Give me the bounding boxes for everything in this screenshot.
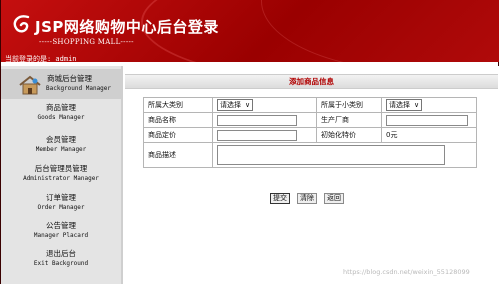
sidebar: 商城后台管理 Background Manager 商品管理 Goods Man…: [1, 66, 123, 284]
sidebar-item-placard-manager[interactable]: 公告管理 Manager Placard: [1, 221, 121, 240]
maker-label: 生产厂商: [316, 112, 382, 128]
maker-input[interactable]: [386, 114, 468, 126]
goods-name-input[interactable]: [217, 114, 297, 126]
clear-button[interactable]: 清除: [297, 193, 317, 204]
sidebar-item-administrator-manager[interactable]: 后台管理员管理 Administrator Manager: [1, 164, 121, 183]
sidebar-item-sublabel: Exit Background: [33, 260, 89, 267]
sidebar-item-sublabel: Member Manager: [35, 146, 87, 153]
small-category-cell: 请选择 ∨: [381, 97, 477, 113]
big-category-select-value: 请选择: [220, 101, 241, 109]
logo-swirl-icon: [13, 15, 30, 33]
big-category-label: 所属大类别: [143, 97, 213, 113]
chevron-down-icon: ∨: [245, 101, 251, 109]
sidebar-item-member-manager[interactable]: 会员管理 Member Manager: [1, 135, 121, 154]
sidebar-item-exit-background[interactable]: 退出后台 Exit Background: [1, 249, 121, 268]
goods-name-label: 商品名称: [143, 112, 213, 128]
form-row: 商品名称 生产厂商: [143, 112, 477, 128]
form-row: 商品定价 初始化特价 0元: [143, 127, 477, 143]
sidebar-item-label: 退出后台: [46, 249, 76, 258]
sidebar-item-label: 订单管理: [46, 193, 76, 202]
sidebar-item-background-manager[interactable]: 商城后台管理 Background Manager: [1, 69, 121, 99]
sidebar-item-goods-manager[interactable]: 商品管理 Goods Manager: [1, 103, 121, 122]
add-goods-form: 所属大类别 请选择 ∨ 所属于小类别 请选择 ∨ 商品名称 生产厂商 商品定价 …: [143, 97, 477, 168]
sidebar-item-order-manager[interactable]: 订单管理 Order Manager: [1, 193, 121, 212]
price-input[interactable]: [217, 129, 297, 141]
big-category-cell: 请选择 ∨: [212, 97, 317, 113]
sidebar-item-label: 会员管理: [46, 135, 76, 144]
submit-button[interactable]: 提交: [270, 193, 290, 204]
watermark: https://blog.csdn.net/weixin_55128099: [343, 268, 470, 276]
small-category-label: 所属于小类别: [316, 97, 382, 113]
logo-title: JSP网络购物中心后台登录: [35, 18, 219, 36]
back-button[interactable]: 返回: [324, 193, 344, 204]
goods-name-cell: [212, 112, 317, 128]
small-category-select[interactable]: 请选择 ∨: [386, 99, 423, 111]
description-cell: [212, 142, 477, 168]
chevron-down-icon: ∨: [414, 101, 420, 109]
form-row: 商品描述: [143, 142, 477, 168]
maker-cell: [381, 112, 477, 128]
current-user-label: 当前登录的是: admin: [5, 55, 77, 63]
sidebar-item-label: 后台管理员管理: [34, 164, 88, 173]
small-category-select-value: 请选择: [389, 101, 410, 109]
big-category-select[interactable]: 请选择 ∨: [217, 99, 254, 111]
special-price-value: 0元: [381, 127, 477, 143]
special-price-label: 初始化特价: [316, 127, 382, 143]
main-content: 添加商品信息 所属大类别 请选择 ∨ 所属于小类别 请选择 ∨ 商品名称 生产厂…: [123, 66, 499, 284]
sidebar-item-sublabel: Administrator Manager: [23, 175, 99, 182]
sidebar-item-sublabel: Manager Placard: [33, 232, 89, 239]
description-textarea[interactable]: [217, 145, 445, 165]
form-row: 所属大类别 请选择 ∨ 所属于小类别 请选择 ∨: [143, 97, 477, 113]
page-frame: JSP网络购物中心后台登录 -----SHOPPING MALL----- 当前…: [0, 0, 499, 284]
description-label: 商品描述: [143, 142, 213, 168]
sidebar-item-sublabel: Order Manager: [37, 204, 85, 211]
price-label: 商品定价: [143, 127, 213, 143]
logo-subtitle: -----SHOPPING MALL-----: [39, 38, 134, 46]
home-icon: [19, 75, 41, 95]
sidebar-item-sublabel: Goods Manager: [37, 114, 85, 121]
panel-title: 添加商品信息: [125, 74, 498, 89]
sidebar-item-label: 商品管理: [46, 103, 76, 112]
form-buttons: 提交 清除 返回: [270, 185, 351, 204]
price-cell: [212, 127, 317, 143]
sidebar-item-label: 公告管理: [46, 221, 76, 230]
